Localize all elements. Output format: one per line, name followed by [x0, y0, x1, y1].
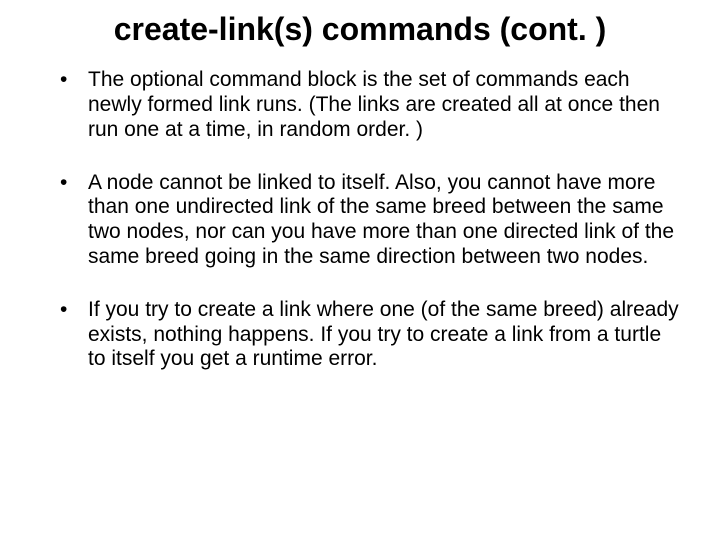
- slide-title: create-link(s) commands (cont. ): [40, 10, 680, 48]
- bullet-item: A node cannot be linked to itself. Also,…: [60, 171, 680, 270]
- bullet-list: The optional command block is the set of…: [40, 68, 680, 372]
- bullet-item: The optional command block is the set of…: [60, 68, 680, 142]
- bullet-item: If you try to create a link where one (o…: [60, 298, 680, 372]
